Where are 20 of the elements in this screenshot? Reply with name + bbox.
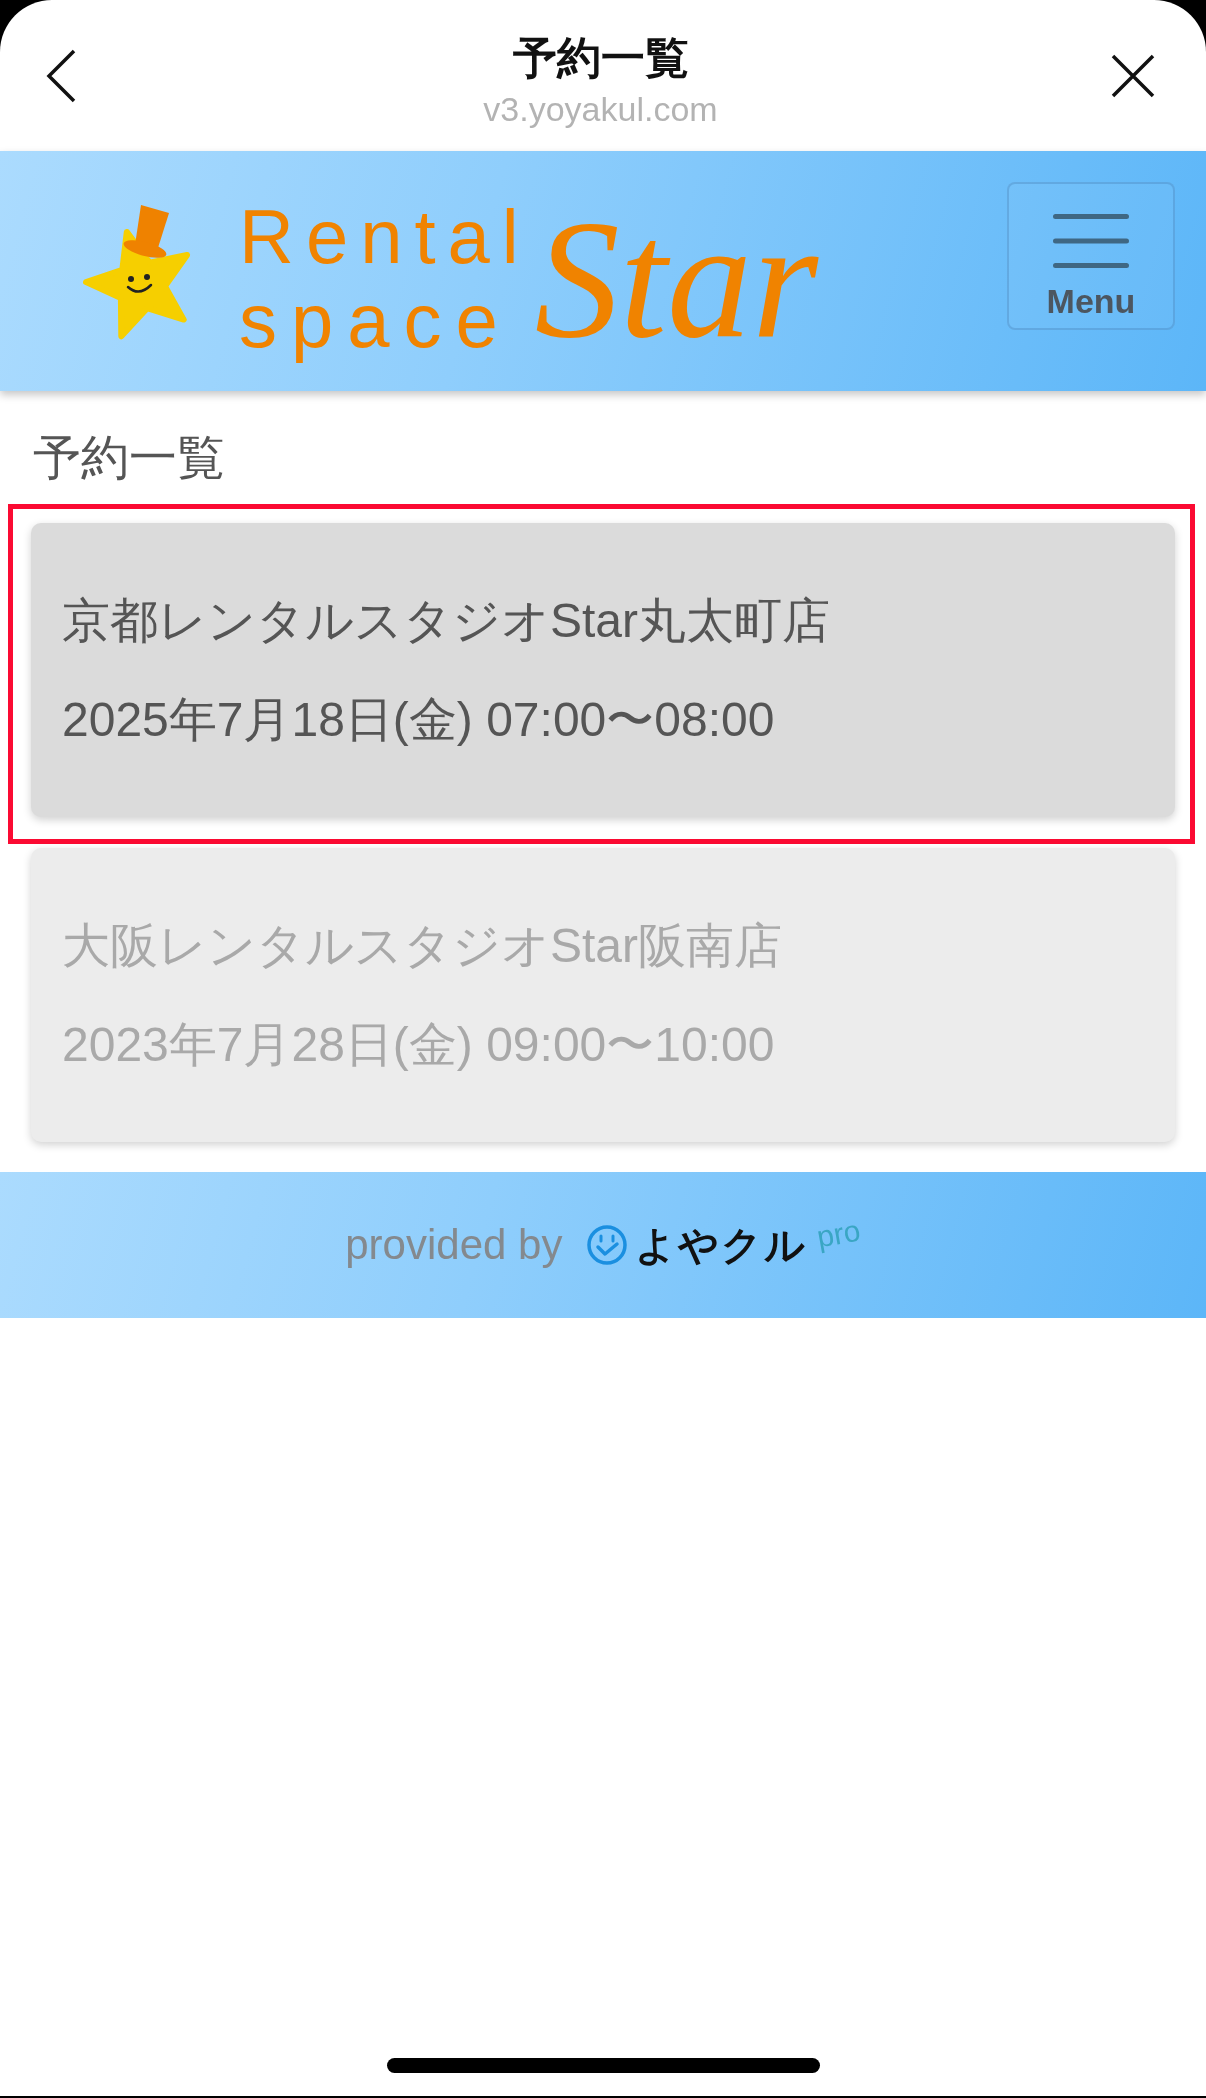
menu-icon	[1053, 214, 1129, 268]
studio-name: 京都レンタルスタジオStar丸太町店	[62, 593, 832, 649]
chevron-left-icon	[46, 48, 76, 103]
close-icon	[1111, 53, 1155, 98]
reservation-card[interactable]: 京都レンタルスタジオStar丸太町店 2025年7月18日(金) 07:00〜08:00	[31, 523, 1175, 817]
url-text: v3.yoyakul.com	[483, 89, 718, 128]
menu-button[interactable]: Menu	[1007, 182, 1175, 330]
reservation-time: 2023年7月28日(金) 09:00〜10:00	[62, 1017, 776, 1073]
logo-text: Star	[534, 199, 820, 359]
reservation-time: 2025年7月18日(金) 07:00〜08:00	[62, 692, 776, 748]
provided-by-text: provided by	[345, 1220, 563, 1270]
logo-text: Rental	[239, 199, 531, 275]
smiley-check-icon	[587, 1225, 628, 1265]
back-button[interactable]	[46, 48, 76, 103]
brand-name: よやクル	[635, 1222, 808, 1269]
studio-name: 大阪レンタルスタジオStar阪南店	[62, 918, 784, 974]
brand-suffix: pro	[814, 1214, 864, 1254]
close-button[interactable]	[1111, 53, 1155, 98]
window-title: 予約一覧	[512, 33, 689, 82]
page-heading: 予約一覧	[33, 430, 226, 486]
